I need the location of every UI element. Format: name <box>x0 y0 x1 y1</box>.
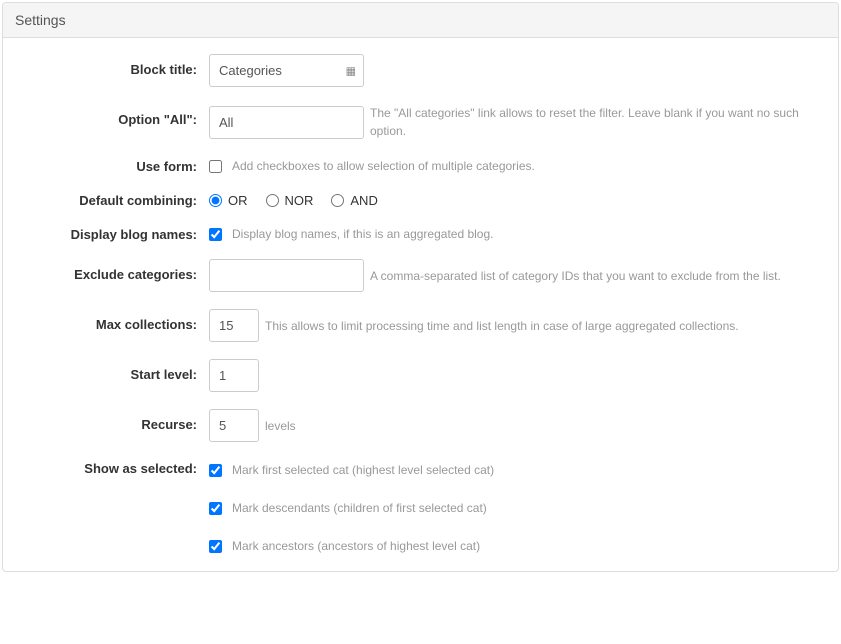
row-option-all: Option "All": The "All categories" link … <box>21 104 820 140</box>
help-option-all: The "All categories" link allows to rese… <box>370 104 820 140</box>
panel-header: Settings <box>3 3 838 38</box>
radio-nor[interactable] <box>266 194 279 207</box>
block-title-input-wrap: ▦ <box>209 54 364 87</box>
use-form-checkbox[interactable] <box>209 160 222 173</box>
exclude-categories-input[interactable] <box>209 259 364 292</box>
row-max-collections: Max collections: This allows to limit pr… <box>21 309 820 342</box>
label-use-form: Use form: <box>21 157 209 174</box>
settings-panel: Settings Block title: ▦ Option "All": Th… <box>2 2 839 572</box>
recurse-suffix: levels <box>265 417 296 435</box>
row-start-level: Start level: <box>21 359 820 392</box>
label-block-title: Block title: <box>21 54 209 77</box>
radio-and[interactable] <box>331 194 344 207</box>
label-exclude-categories: Exclude categories: <box>21 259 209 282</box>
mark-descendants-checkbox[interactable] <box>209 502 222 515</box>
label-display-blog-names: Display blog names: <box>21 225 209 242</box>
recurse-input[interactable] <box>209 409 259 442</box>
row-recurse: Recurse: levels <box>21 409 820 442</box>
row-display-blog-names: Display blog names: Display blog names, … <box>21 225 820 242</box>
panel-title: Settings <box>15 12 66 28</box>
radio-or-label: OR <box>228 193 248 208</box>
row-exclude-categories: Exclude categories: A comma-separated li… <box>21 259 820 292</box>
mark-ancestors-checkbox[interactable] <box>209 540 222 553</box>
row-block-title: Block title: ▦ <box>21 54 820 87</box>
label-start-level: Start level: <box>21 359 209 382</box>
option-all-input[interactable] <box>209 106 364 139</box>
help-exclude-categories: A comma-separated list of category IDs t… <box>370 267 820 285</box>
display-blog-names-checkbox[interactable] <box>209 228 222 241</box>
mark-first-checkbox[interactable] <box>209 464 222 477</box>
row-default-combining: Default combining: OR NOR AND <box>21 191 820 208</box>
mark-descendants-text: Mark descendants (children of first sele… <box>232 501 487 515</box>
label-default-combining: Default combining: <box>21 191 209 208</box>
combining-radio-group: OR NOR AND <box>209 191 378 208</box>
label-max-collections: Max collections: <box>21 309 209 332</box>
label-recurse: Recurse: <box>21 409 209 432</box>
block-title-input[interactable] <box>209 54 364 87</box>
radio-or[interactable] <box>209 194 222 207</box>
max-collections-input[interactable] <box>209 309 259 342</box>
start-level-input[interactable] <box>209 359 259 392</box>
label-show-as-selected: Show as selected: <box>21 459 209 476</box>
row-show-as-selected: Show as selected: Mark first selected ca… <box>21 459 820 553</box>
help-use-form: Add checkboxes to allow selection of mul… <box>232 159 535 173</box>
mark-ancestors-text: Mark ancestors (ancestors of highest lev… <box>232 539 480 553</box>
panel-body: Block title: ▦ Option "All": The "All ca… <box>3 38 838 571</box>
row-use-form: Use form: Add checkboxes to allow select… <box>21 157 820 174</box>
radio-nor-label: NOR <box>285 193 314 208</box>
help-display-blog-names: Display blog names, if this is an aggreg… <box>232 227 494 241</box>
mark-first-text: Mark first selected cat (highest level s… <box>232 463 494 477</box>
help-max-collections: This allows to limit processing time and… <box>265 317 820 335</box>
label-option-all: Option "All": <box>21 104 209 127</box>
radio-and-label: AND <box>350 193 377 208</box>
